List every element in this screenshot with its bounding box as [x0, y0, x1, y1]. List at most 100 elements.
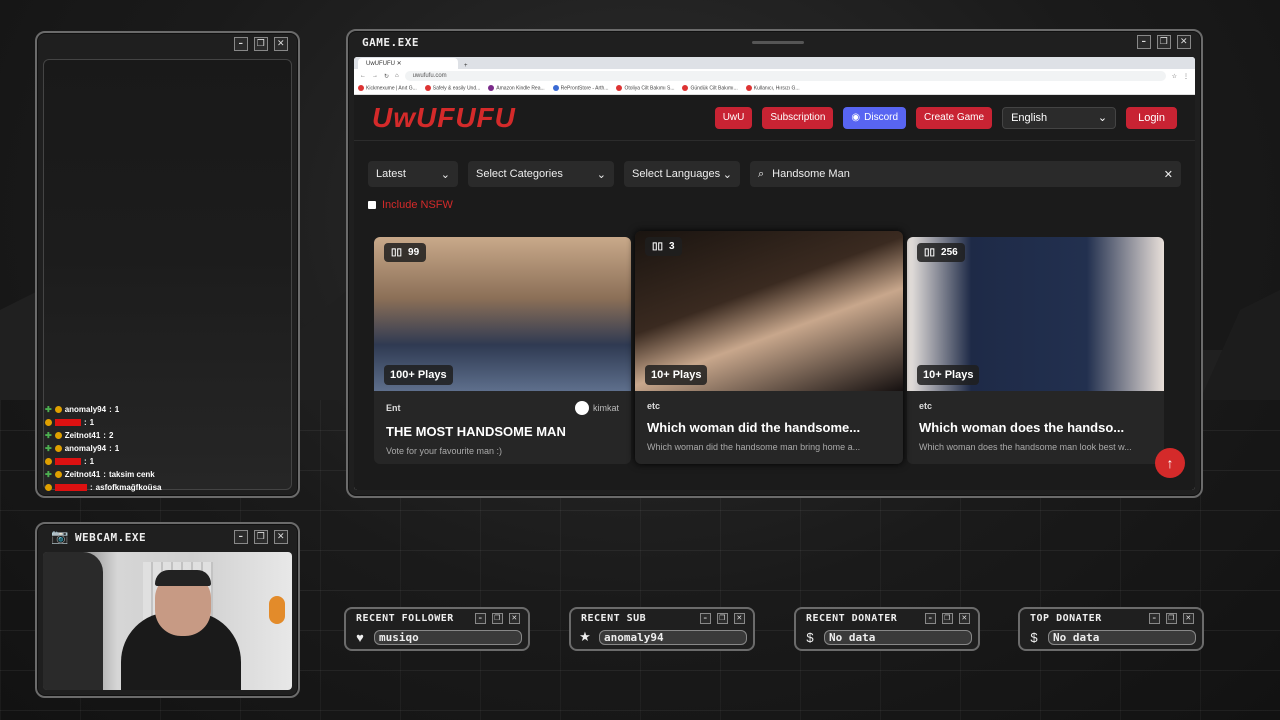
minimize-button[interactable]: –: [700, 612, 711, 624]
minimize-button[interactable]: –: [925, 612, 936, 624]
subscription-button[interactable]: Subscription: [762, 106, 834, 129]
game-card[interactable]: ▯▯ 256 10+ Plays etc Which woman does the…: [907, 237, 1164, 464]
cards-icon: ▯▯: [391, 247, 403, 258]
card-category: Ent: [386, 403, 401, 413]
plays-badge: 100+ Plays: [384, 365, 453, 385]
maximize-button[interactable]: ❐: [492, 612, 503, 624]
camera-icon: 📷: [51, 529, 69, 545]
card-thumbnail: ▯▯ 99 100+ Plays: [374, 237, 631, 391]
chat-line: ✚ anomaly94 : 1: [45, 405, 120, 414]
card-author[interactable]: kimkat: [574, 401, 619, 415]
minimize-button[interactable]: –: [234, 37, 248, 51]
webcam-feed: [43, 552, 292, 690]
chat-line: : 1: [45, 416, 161, 429]
recent-donater-value: No data: [824, 629, 972, 645]
game-card-list: ▯▯ 99 100+ Plays Ent kimkat THE MOST HANDS…: [374, 231, 1165, 464]
recent-follower-value: musiqo: [374, 629, 522, 645]
maximize-button[interactable]: ❐: [717, 612, 728, 624]
recent-sub-widget: RECENT SUB – ❐ ✕ ★ anomaly94: [569, 607, 755, 651]
chat-feed: ✚ anomaly94 : 1 : 1 ✚ Zeitnot41 : 2 ✚ anoma…: [45, 403, 161, 494]
search-input[interactable]: ⌕ Handsome Man ✕: [750, 161, 1181, 187]
language-select[interactable]: English ⌄: [1002, 106, 1117, 129]
recent-follower-widget: RECENT FOLLOWER – ❐ ✕ ♥ musiqo: [344, 607, 530, 651]
chevron-down-icon: ⌄: [596, 168, 606, 181]
reload-icon[interactable]: ↻: [384, 73, 389, 80]
game-card[interactable]: ▯▯ 3 10+ Plays etc Which woman did the ha…: [635, 231, 903, 464]
close-button[interactable]: ✕: [1176, 35, 1191, 49]
close-button[interactable]: ✕: [274, 37, 288, 51]
cards-icon: ▯▯: [924, 247, 936, 258]
home-icon[interactable]: ⌂: [395, 73, 399, 79]
game-card[interactable]: ▯▯ 99 100+ Plays Ent kimkat THE MOST HANDS…: [374, 237, 631, 464]
webcam-window: 📷 WEBCAM.EXE – ❐ ✕: [35, 522, 300, 698]
uwufufu-site: UwUFUFU UwU Subscription ◉ Discord Create…: [354, 95, 1195, 490]
discord-button[interactable]: ◉ Discord: [843, 106, 907, 129]
uwu-button[interactable]: UwU: [714, 106, 753, 129]
maximize-button[interactable]: ❐: [1156, 35, 1171, 49]
bookmark-item[interactable]: Amazon Kindle Rea...: [488, 85, 545, 92]
discord-icon: ◉: [851, 112, 861, 123]
maximize-button[interactable]: ❐: [254, 530, 268, 544]
site-logo[interactable]: UwUFUFU: [372, 102, 516, 134]
top-donater-value: No data: [1048, 629, 1196, 645]
minimize-button[interactable]: –: [1136, 35, 1151, 49]
languages-select[interactable]: Select Languages ⌄: [624, 161, 740, 187]
clear-search-icon[interactable]: ✕: [1164, 168, 1173, 181]
bookmark-item[interactable]: Safely & easily Und...: [424, 85, 480, 92]
close-button[interactable]: ✕: [274, 530, 288, 544]
chevron-down-icon: ⌄: [1097, 112, 1108, 124]
minimize-button[interactable]: –: [234, 530, 248, 544]
scroll-to-top-button[interactable]: ↑: [1155, 448, 1185, 478]
minimize-button[interactable]: –: [475, 612, 486, 624]
game-window-title: GAME.EXE: [362, 35, 419, 49]
bookmark-item[interactable]: Kullanıcı, Hırsızı G...: [745, 85, 800, 92]
arrow-up-icon: ↑: [1166, 455, 1174, 471]
minimize-button[interactable]: –: [1149, 612, 1160, 624]
nsfw-checkbox[interactable]: [368, 201, 376, 209]
chat-line: ✚ anomaly94 : 1: [45, 444, 120, 453]
chat-line: ✚ Zeitnot41 : 2: [45, 431, 114, 440]
bookmark-item[interactable]: Gündük Cilt Bakımı...: [682, 85, 738, 92]
chevron-down-icon: ⌄: [722, 168, 732, 181]
choices-count-badge: ▯▯ 99: [384, 243, 427, 262]
nsfw-toggle[interactable]: Include NSFW: [354, 187, 1195, 211]
bookmark-item[interactable]: ReProntStore - Arth...: [552, 85, 608, 92]
window-grip[interactable]: [751, 40, 804, 44]
back-icon[interactable]: ←: [360, 73, 366, 79]
chat-window: – ❐ ✕ ✚ anomaly94 : 1 : 1 ✚ Zeitnot41 : 2 …: [35, 31, 300, 498]
card-thumbnail: ▯▯ 256 10+ Plays: [907, 237, 1164, 391]
maximize-button[interactable]: ❐: [942, 612, 953, 624]
top-donater-widget: TOP DONATER – ❐ ✕ $ No data: [1018, 607, 1204, 651]
browser-tab[interactable]: UwUFUFU ✕: [358, 58, 458, 69]
maximize-button[interactable]: ❐: [1166, 612, 1177, 624]
categories-select[interactable]: Select Categories ⌄: [468, 161, 614, 187]
user-avatar-icon: [574, 401, 589, 415]
card-description: Which woman did the handsome man bring h…: [647, 442, 861, 452]
card-category: etc: [647, 401, 661, 411]
star-icon: ★: [579, 629, 591, 644]
filter-bar: Latest ⌄ Select Categories ⌄ Select Langua…: [354, 141, 1195, 187]
chat-line: : 1: [45, 455, 161, 468]
card-title: Which woman did the handsome...: [647, 420, 861, 435]
card-description: Which woman does the handsome man look b…: [919, 442, 1132, 452]
forward-icon[interactable]: →: [372, 73, 378, 79]
dollar-icon: $: [806, 629, 814, 645]
choices-count-badge: ▯▯ 3: [645, 237, 682, 256]
close-button[interactable]: ✕: [959, 612, 970, 624]
new-tab-icon[interactable]: +: [464, 63, 468, 69]
close-button[interactable]: ✕: [1183, 612, 1194, 624]
bookmark-item[interactable]: Otoliya Cilt Bakımı S...: [616, 85, 674, 92]
address-bar[interactable]: uwufufu.com: [404, 71, 1166, 81]
bookmark-star-icon[interactable]: ☆: [1172, 73, 1177, 80]
bookmark-item[interactable]: Kickmexume | Anıt G...: [358, 85, 417, 92]
sort-select[interactable]: Latest ⌄: [368, 161, 458, 187]
close-button[interactable]: ✕: [734, 612, 745, 624]
card-category: etc: [919, 401, 933, 411]
close-button[interactable]: ✕: [509, 612, 520, 624]
login-button[interactable]: Login: [1126, 106, 1177, 129]
maximize-button[interactable]: ❐: [254, 37, 268, 51]
extensions-icon[interactable]: ⋮: [1183, 73, 1189, 80]
create-game-button[interactable]: Create Game: [916, 106, 993, 129]
heart-icon: ♥: [356, 629, 364, 645]
webcam-title: WEBCAM.EXE: [74, 530, 147, 544]
